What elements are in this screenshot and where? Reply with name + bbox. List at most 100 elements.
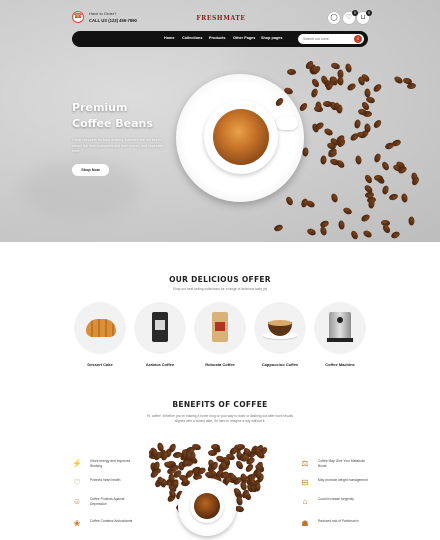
phone-icon: ☎ xyxy=(72,11,84,23)
benefit-item: ⚡ Gives energy and Improves Working xyxy=(72,458,142,474)
machine-base xyxy=(327,338,353,342)
offer-item-dessert-cake[interactable]: Dessert Cake xyxy=(72,302,128,367)
mood-icon: ☺ xyxy=(72,497,82,506)
offer-item-arabica-coffee[interactable]: Arabica Coffee xyxy=(132,302,188,367)
top-bar: ☎ Have to Order? CALL US (123) 456-7890 … xyxy=(0,6,440,28)
nav-item-shop-pages[interactable]: Shop pages xyxy=(261,36,283,40)
coffee-bean xyxy=(207,449,217,457)
benefits-subtitle: Hi, coffee. Whether you're making a home… xyxy=(146,414,294,423)
energy-icon: ⚡ xyxy=(72,459,82,468)
coffee-bean xyxy=(372,119,383,130)
heart-icon[interactable]: ♡ 0 xyxy=(343,10,358,24)
coffee-bean xyxy=(366,196,377,204)
coffee-bean xyxy=(284,195,295,207)
weight-icon: ⊟ xyxy=(301,478,309,487)
coffee-bean xyxy=(341,206,353,216)
metabolism-icon: ⚖ xyxy=(301,459,309,468)
coffee-bean xyxy=(388,193,399,202)
offer-item-coffee-machine[interactable]: Coffee Machine xyxy=(312,302,368,367)
coffee-bean xyxy=(305,227,317,237)
offer-item-cappuccino-coffee[interactable]: Cappuccino Coffee xyxy=(252,302,308,367)
coffee-bean xyxy=(383,141,395,151)
offer-label: Arabica Coffee xyxy=(145,362,175,367)
brain-icon: ☗ xyxy=(301,519,309,528)
benefit-text: Protects heart health xyxy=(90,478,121,482)
benefit-item: ❀ Coffee Contains Antioxidants xyxy=(72,518,142,534)
search-icon[interactable]: ⌕ xyxy=(354,35,362,43)
nav-item-other-pages[interactable]: Other Pages xyxy=(233,36,255,40)
coffee-bean xyxy=(354,118,362,129)
coffee-bean xyxy=(350,229,360,241)
longevity-icon: ⌂ xyxy=(302,497,308,506)
hero-title-line1: Premium xyxy=(72,101,128,114)
machine-gauge xyxy=(336,316,344,324)
nav-item-collections[interactable]: Collections xyxy=(182,36,202,40)
coffee-bean xyxy=(301,147,309,158)
coffee-bean xyxy=(337,219,345,230)
coffee-bean xyxy=(336,76,344,87)
hero-banner: ☎ Have to Order? CALL US (123) 456-7890 … xyxy=(0,0,440,242)
coffee-bean xyxy=(363,173,374,185)
coffee-bean xyxy=(346,81,357,92)
bag-label xyxy=(215,322,225,331)
offer-image xyxy=(254,302,306,354)
shop-now-button[interactable]: Shop Now xyxy=(72,164,109,176)
coffee-bean xyxy=(313,104,324,113)
cart-icon[interactable]: ⊔ 0 xyxy=(357,10,372,24)
coffee-bean xyxy=(381,160,391,172)
benefit-text: Reduced risk of Parkinson's xyxy=(318,519,359,523)
coffee-bean xyxy=(287,68,297,75)
coffee-bean xyxy=(372,82,384,94)
benefits-title: BENEFITS OF COFFEE xyxy=(172,400,268,409)
coffee-bean xyxy=(363,123,371,133)
coffee-bean xyxy=(389,230,401,241)
benefit-text: Coffee May Give Your Metabolic Boost xyxy=(318,459,366,468)
benefit-text: Coffee Contains Antioxidants xyxy=(90,519,133,523)
offer-subtitle: Shop our best selling collections for a … xyxy=(172,287,268,291)
offer-title: OUR DELICIOUS OFFER xyxy=(169,275,271,284)
offer-item-robusta-coffee[interactable]: Robusta Coffee xyxy=(192,302,248,367)
antioxidant-icon: ❀ xyxy=(73,519,81,528)
coffee-bean xyxy=(401,192,409,203)
cart-count: 0 xyxy=(366,10,372,16)
coffee-bean xyxy=(254,446,261,456)
coffee-bean xyxy=(298,101,309,113)
site-logo[interactable]: FRESHMATE xyxy=(196,15,246,22)
benefit-text: Gives energy and Improves Working xyxy=(90,459,131,468)
nav-item-home[interactable]: Home xyxy=(164,36,175,40)
nav-item-products[interactable]: Products xyxy=(209,36,225,40)
offer-label: Dessert Cake xyxy=(87,362,113,367)
coffee-bean xyxy=(373,152,383,164)
coffee-bean xyxy=(336,104,343,114)
coffee-bean xyxy=(355,155,363,165)
benefit-item: ⌂ Could increase longevity xyxy=(300,496,370,512)
croissant-image xyxy=(86,319,116,337)
offer-image xyxy=(194,302,246,354)
coffee-bean xyxy=(319,155,327,165)
heart-coffee-image xyxy=(194,493,220,519)
bag-label xyxy=(155,320,165,330)
cappuccino-foam xyxy=(268,320,292,326)
coffee-crema-image xyxy=(213,109,269,165)
order-phone[interactable]: CALL US (123) 456-7890 xyxy=(89,18,137,23)
offer-label: Robusta Coffee xyxy=(205,362,235,367)
main-nav: Home Collections Products Other Pages Sh… xyxy=(72,31,368,47)
coffee-bean xyxy=(380,184,390,195)
offer-image xyxy=(74,302,126,354)
benefit-item: ⊟ May promote weight management xyxy=(300,477,370,493)
coffee-bean xyxy=(323,127,335,138)
user-icon[interactable]: ◯ xyxy=(328,12,340,24)
benefit-text: Coffee Protects Against Depression xyxy=(90,497,125,506)
coffee-bean xyxy=(360,213,371,223)
heart-health-icon: ♡ xyxy=(73,478,81,487)
benefit-item: ☺ Coffee Protects Against Depression xyxy=(72,496,142,512)
coffee-bean xyxy=(273,223,284,233)
coffee-bean xyxy=(319,226,328,237)
offer-image xyxy=(134,302,186,354)
hero-description: Great shoppers for food delivery, bakeri… xyxy=(72,138,164,153)
benefit-item: ☗ Reduced risk of Parkinson's xyxy=(300,518,370,534)
coffee-bean xyxy=(310,87,320,99)
benefit-item: ♡ Protects heart health xyxy=(72,477,142,493)
coffee-bean xyxy=(373,174,384,181)
coffee-bean xyxy=(408,216,415,226)
